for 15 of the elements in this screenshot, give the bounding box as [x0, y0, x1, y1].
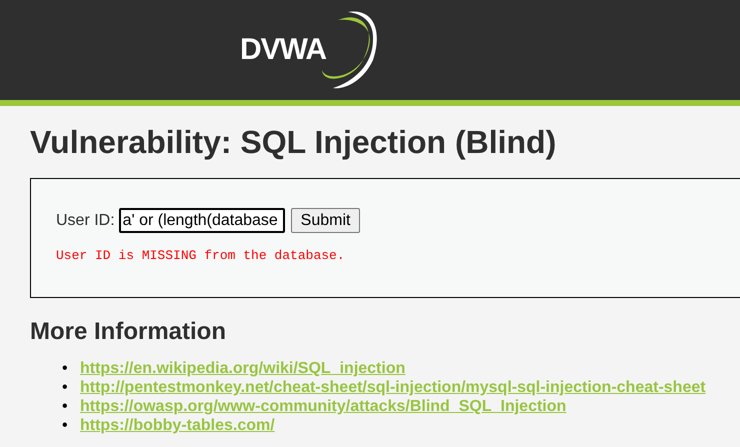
- bullet: •: [62, 359, 69, 378]
- submit-button[interactable]: Submit: [290, 208, 360, 233]
- field-label: User ID:: [56, 212, 115, 230]
- bullet: •: [62, 416, 69, 435]
- user-id-field[interactable]: a' or (length(database: [118, 208, 285, 233]
- bullet: •: [62, 397, 69, 416]
- reference-link[interactable]: http://pentestmonkey.net/cheat-sheet/sql-injection/mysql-sql-injection-cheat-sheet: [80, 378, 706, 397]
- reference-link[interactable]: https://en.wikipedia.org/wiki/SQL_injection: [80, 359, 406, 378]
- error-message: User ID is MISSING from the database.: [56, 248, 346, 263]
- logo-text: DVWA: [240, 33, 326, 67]
- reference-link[interactable]: https://bobby-tables.com/: [80, 416, 275, 435]
- reference-link[interactable]: https://owasp.org/www-community/attacks/Blind_SQL_Injection: [80, 397, 566, 416]
- page-title: Vulnerability: SQL Injection (Blind): [30, 123, 558, 161]
- section-heading: More Information: [30, 317, 227, 347]
- bullet: •: [62, 378, 69, 397]
